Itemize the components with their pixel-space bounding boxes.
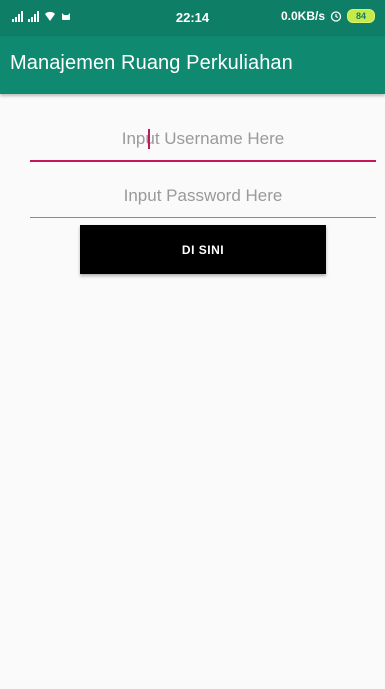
text-cursor bbox=[148, 129, 150, 149]
username-field bbox=[30, 118, 376, 162]
status-bar: 22:14 0.0KB/s 84 bbox=[0, 0, 385, 36]
battery-icon: 84 bbox=[347, 9, 375, 23]
password-input[interactable] bbox=[30, 175, 376, 217]
password-field bbox=[30, 175, 376, 218]
app-title: Manajemen Ruang Perkuliahan bbox=[10, 52, 293, 74]
status-right-icons: 0.0KB/s 84 bbox=[281, 9, 375, 23]
network-speed: 0.0KB/s bbox=[280, 9, 325, 23]
app-bar: Manajemen Ruang Perkuliahan bbox=[0, 36, 385, 94]
submit-button[interactable]: DI SINI bbox=[80, 225, 326, 274]
alarm-icon bbox=[330, 11, 342, 22]
username-input[interactable] bbox=[30, 118, 376, 160]
